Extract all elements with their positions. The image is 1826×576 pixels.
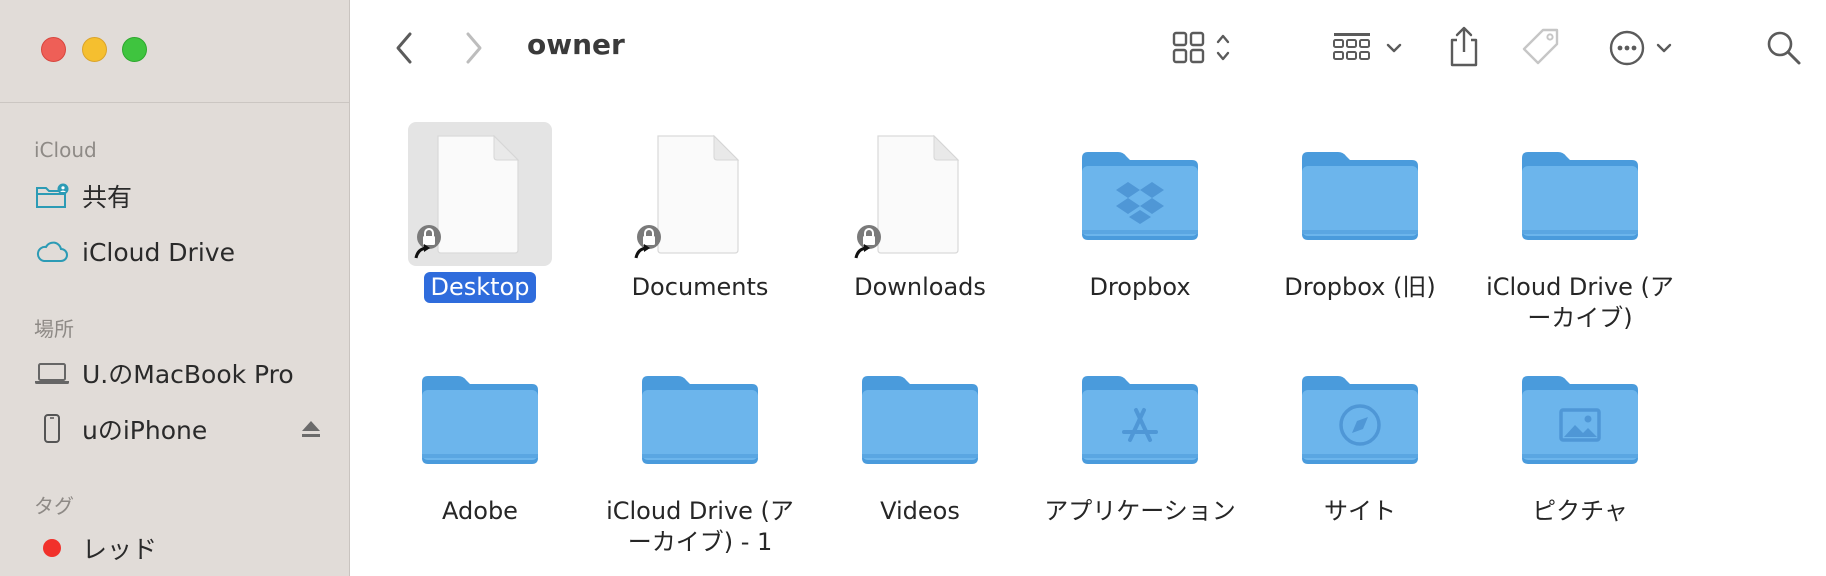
file-item[interactable]: Dropbox (旧) xyxy=(1255,122,1465,303)
file-name-label: Desktop xyxy=(423,272,537,303)
file-grid: Desktop Documents Downloads Dropbox Dropbox … xyxy=(350,100,1826,576)
file-name-label: ピクチャ xyxy=(1532,497,1628,525)
sidebar-item-label: U.のMacBook Pro xyxy=(82,360,294,389)
document-alias-icon xyxy=(408,122,552,266)
back-icon xyxy=(394,31,414,69)
forward-button[interactable] xyxy=(457,30,491,70)
tag-icon xyxy=(1519,25,1563,73)
cloud-icon xyxy=(34,236,70,268)
sidebar-item-label: レッド xyxy=(82,535,158,564)
file-name-label: Dropbox xyxy=(1089,273,1191,301)
group-by-button[interactable] xyxy=(1332,28,1408,72)
toolbar: owner xyxy=(350,0,1826,100)
file-name-label: Dropbox (旧) xyxy=(1284,273,1436,301)
file-name-label: Downloads xyxy=(854,273,986,301)
more-icon xyxy=(1608,28,1678,72)
sidebar-item-iphone[interactable]: uのiPhone xyxy=(34,409,324,449)
tag-color-dot xyxy=(34,532,70,564)
shared-folder-icon xyxy=(34,180,70,212)
eject-icon[interactable] xyxy=(298,416,324,442)
sidebar-item-macbook[interactable]: U.のMacBook Pro xyxy=(34,353,324,393)
file-name-label: Documents xyxy=(631,273,769,301)
iphone-icon xyxy=(34,413,70,445)
sidebar-item-label: iCloud Drive xyxy=(82,237,235,267)
share-button[interactable] xyxy=(1444,26,1484,72)
file-item[interactable]: iCloud Drive (アーカイブ) - 1 xyxy=(595,346,805,558)
sidebar-item-label: 共有 xyxy=(82,183,133,212)
file-name-label: アプリケーション xyxy=(1044,497,1236,525)
sidebar-item-tag-red[interactable]: レッド xyxy=(34,528,324,568)
tag-button[interactable] xyxy=(1518,26,1564,72)
folder-icon xyxy=(1508,122,1652,266)
file-item[interactable]: Dropbox xyxy=(1035,122,1245,303)
window-title: owner xyxy=(527,28,625,61)
sidebar-heading-icloud: iCloud xyxy=(34,138,97,162)
file-item[interactable]: ピクチャ xyxy=(1475,346,1685,527)
laptop-icon xyxy=(34,357,70,389)
file-item[interactable]: Videos xyxy=(815,346,1025,527)
sidebar-item-shared[interactable]: 共有 xyxy=(34,176,324,216)
folder-icon xyxy=(408,346,552,490)
share-icon xyxy=(1446,25,1482,73)
more-actions-button[interactable] xyxy=(1608,28,1678,72)
file-name-label: Videos xyxy=(880,497,960,525)
sidebar-item-label: uのiPhone xyxy=(82,416,208,445)
folder-icon xyxy=(1288,122,1432,266)
search-icon xyxy=(1765,29,1803,71)
folder-apps-icon xyxy=(1068,346,1212,490)
sidebar: iCloud 共有 iCloud Drive 場所 U.のMacBook Pro… xyxy=(0,0,350,576)
file-item[interactable]: Downloads xyxy=(815,122,1025,303)
file-name-label: Adobe xyxy=(442,497,518,525)
group-icon xyxy=(1332,29,1408,71)
search-button[interactable] xyxy=(1764,28,1804,72)
folder-icon xyxy=(848,346,992,490)
file-item[interactable]: サイト xyxy=(1255,346,1465,527)
folder-safari-icon xyxy=(1288,346,1432,490)
minimize-window-button[interactable] xyxy=(82,37,107,62)
file-item[interactable]: Adobe xyxy=(375,346,585,527)
file-name-label: iCloud Drive (アーカイブ) xyxy=(1486,273,1674,332)
file-name-label: サイト xyxy=(1324,497,1396,525)
zoom-window-button[interactable] xyxy=(122,37,147,62)
folder-pictures-icon xyxy=(1508,346,1652,490)
window-controls-area xyxy=(0,0,349,103)
icon-view-icon xyxy=(1172,29,1238,71)
document-alias-icon xyxy=(628,122,772,266)
forward-icon xyxy=(464,31,484,69)
back-button[interactable] xyxy=(387,30,421,70)
close-window-button[interactable] xyxy=(41,37,66,62)
file-item[interactable]: Desktop xyxy=(375,122,585,303)
folder-icon xyxy=(628,346,772,490)
file-item[interactable]: iCloud Drive (アーカイブ) xyxy=(1475,122,1685,334)
view-options-button[interactable] xyxy=(1170,28,1240,72)
sidebar-heading-tags: タグ xyxy=(34,494,74,518)
file-item[interactable]: アプリケーション xyxy=(1035,346,1245,527)
sidebar-item-icloud-drive[interactable]: iCloud Drive xyxy=(34,232,324,272)
sidebar-heading-locations: 場所 xyxy=(34,317,74,341)
document-alias-icon xyxy=(848,122,992,266)
folder-dropbox-icon xyxy=(1068,122,1212,266)
file-name-label: iCloud Drive (アーカイブ) - 1 xyxy=(606,497,794,556)
file-item[interactable]: Documents xyxy=(595,122,805,303)
